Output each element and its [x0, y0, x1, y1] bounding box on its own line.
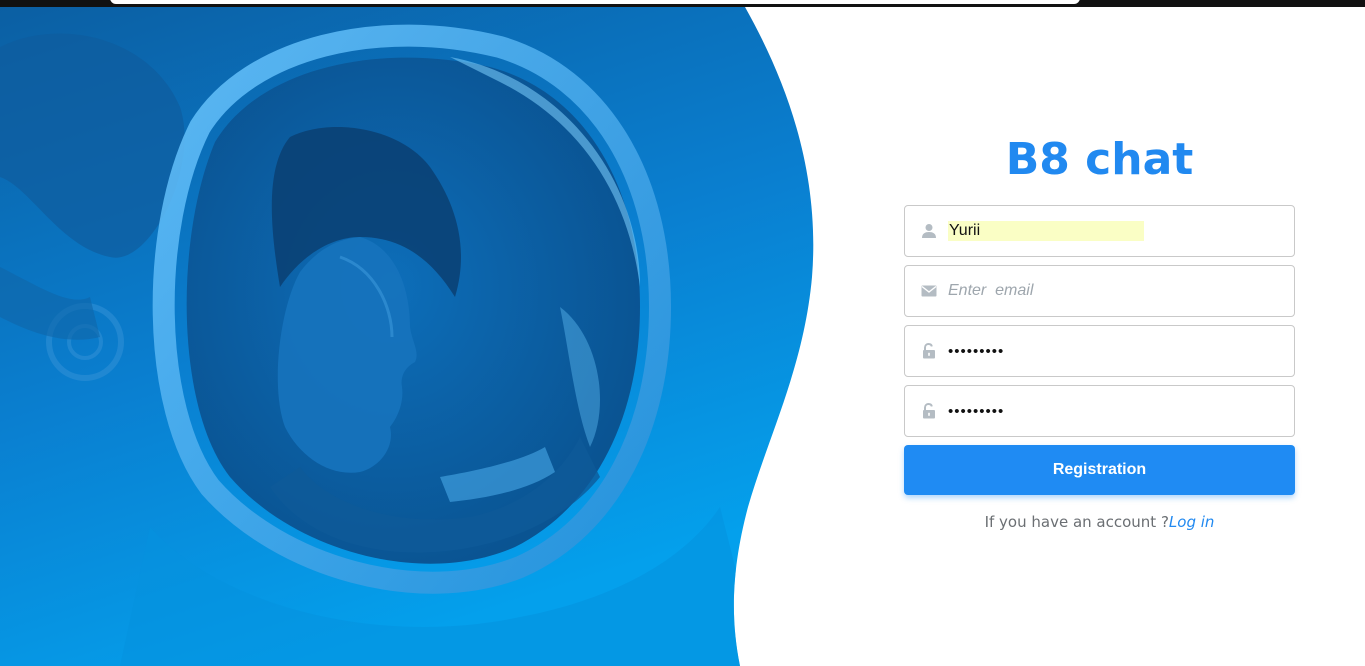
- password-field[interactable]: [904, 325, 1295, 377]
- envelope-icon: [921, 285, 937, 297]
- hero-illustration: [0, 7, 820, 666]
- confirm-password-input[interactable]: [948, 401, 1278, 421]
- unlock-icon: [923, 403, 935, 419]
- user-icon: [922, 224, 936, 238]
- login-link[interactable]: Log in: [1169, 513, 1215, 531]
- username-input[interactable]: [948, 221, 1144, 241]
- astronaut-image: [0, 7, 814, 666]
- registration-page: B8 chat Yurii Enter email ••••••••• ••••…: [0, 0, 1365, 666]
- email-field[interactable]: [904, 265, 1295, 317]
- username-field[interactable]: [904, 205, 1295, 257]
- browser-address-pill: [110, 0, 1080, 4]
- account-prompt-text: If you have an account ?: [984, 513, 1169, 531]
- registration-form: B8 chat Yurii Enter email ••••••••• ••••…: [904, 130, 1295, 531]
- brand-title: B8 chat: [1005, 134, 1194, 185]
- registration-button[interactable]: Registration: [904, 445, 1295, 495]
- confirm-password-field[interactable]: [904, 385, 1295, 437]
- email-input[interactable]: [948, 281, 1278, 301]
- unlock-icon: [923, 343, 935, 359]
- login-prompt: If you have an account ?Log in: [904, 513, 1295, 531]
- password-input[interactable]: [948, 341, 1278, 361]
- browser-top-strip: [0, 0, 1365, 7]
